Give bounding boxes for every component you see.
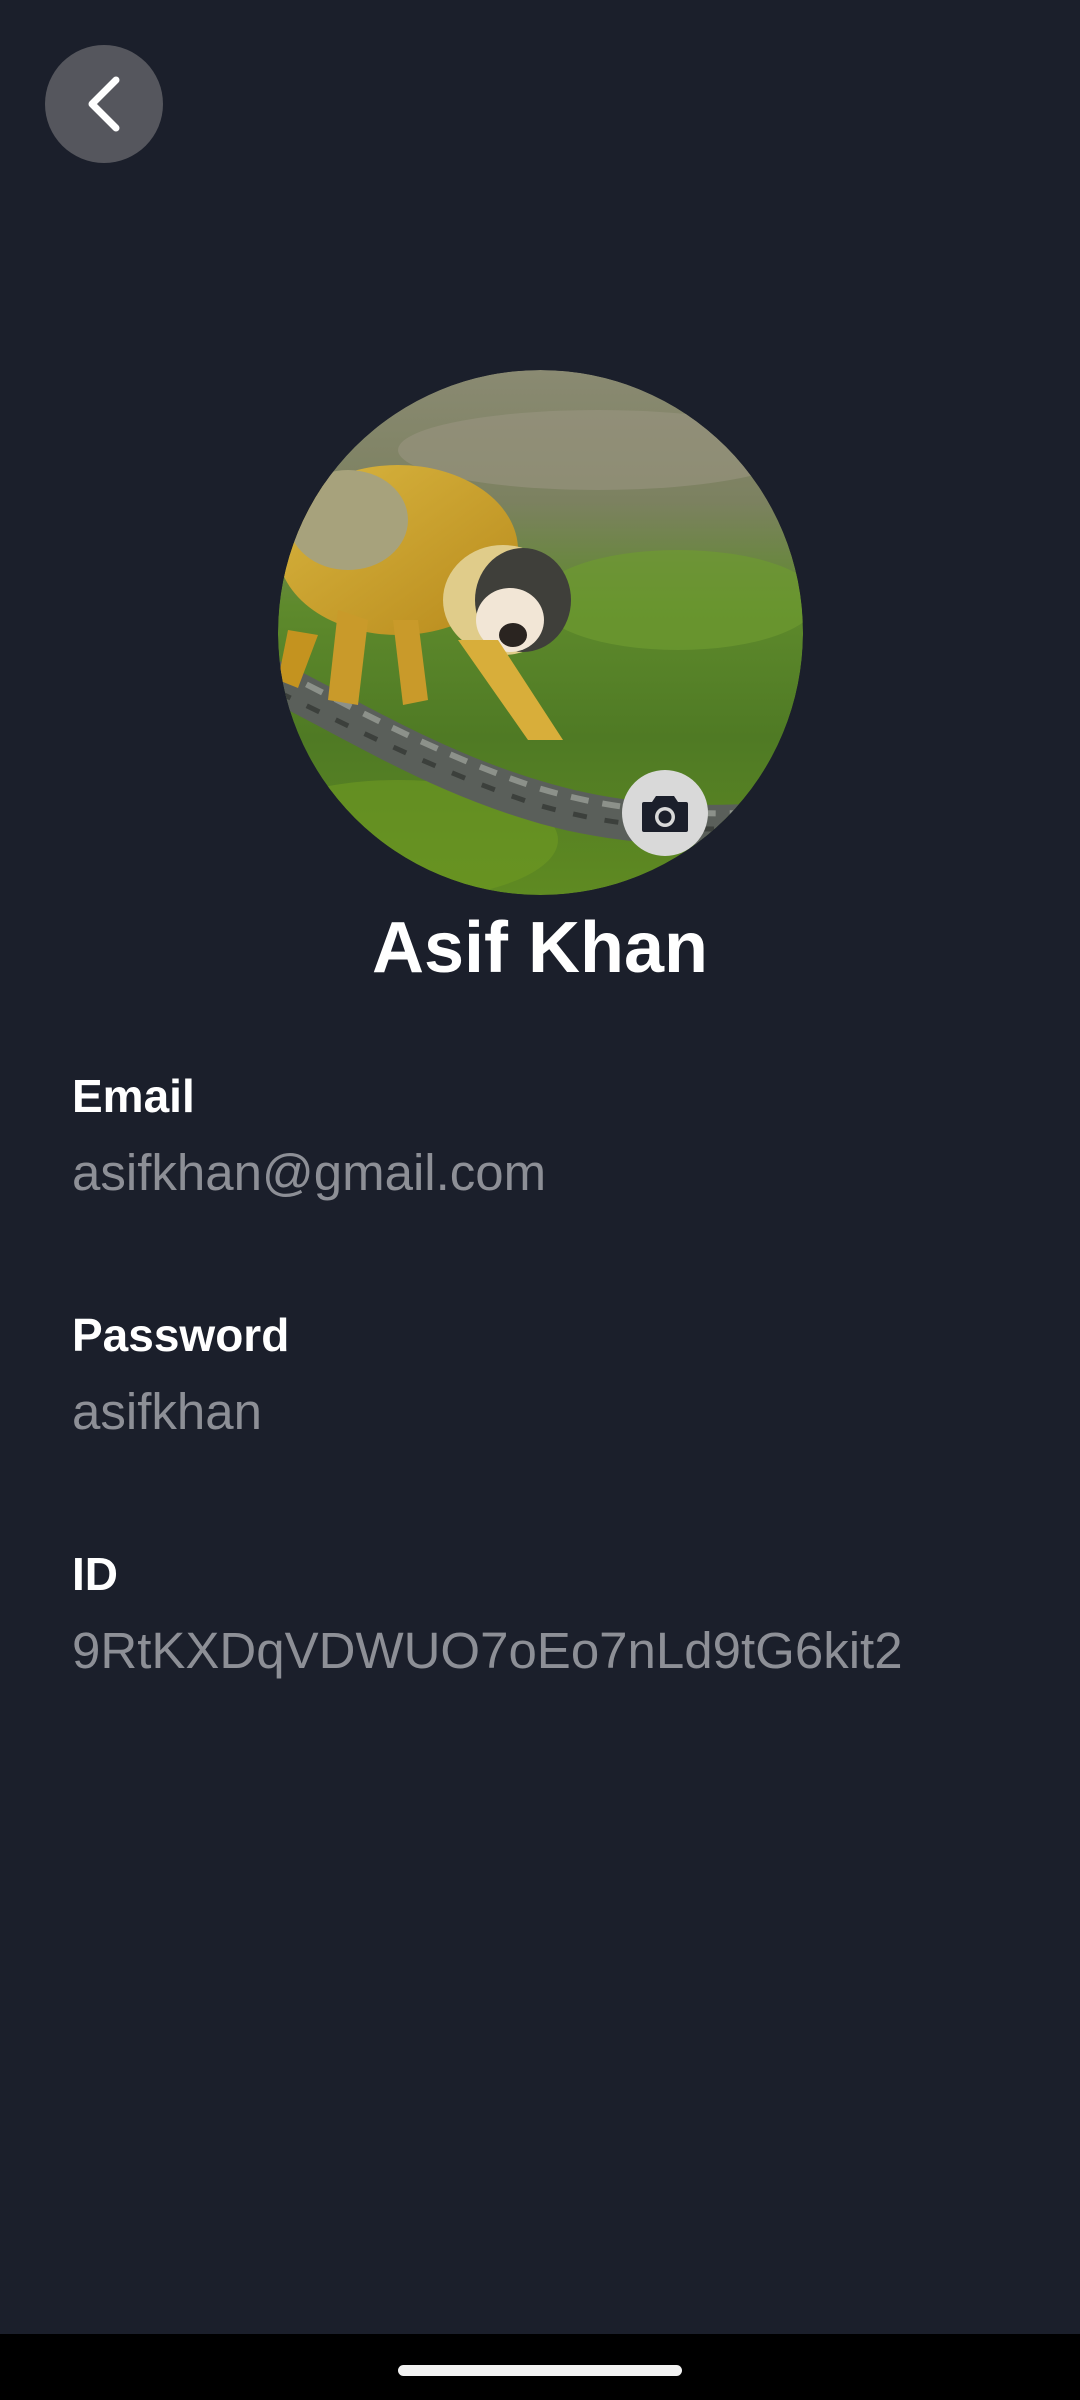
password-label: Password	[72, 1309, 290, 1361]
back-button[interactable]	[45, 45, 163, 163]
profile-name: Asif Khan	[371, 908, 709, 988]
password-value: asifkhan	[72, 1383, 262, 1440]
email-value: asifkhan@gmail.com	[72, 1144, 547, 1201]
change-photo-button[interactable]	[622, 770, 708, 856]
chevron-left-icon	[88, 76, 120, 132]
profile-screen: Asif Khan Email asifkhan@gmail.com Passw…	[0, 0, 1080, 2400]
password-field: Password asifkhan	[72, 1307, 1032, 1443]
camera-icon	[642, 796, 688, 832]
email-field: Email asifkhan@gmail.com	[72, 1068, 1032, 1204]
id-label: ID	[72, 1548, 118, 1600]
id-value: 9RtKXDqVDWUO7oEo7nLd9tG6kit2	[72, 1622, 903, 1679]
email-label: Email	[72, 1070, 195, 1122]
system-nav-bar	[0, 2334, 1080, 2400]
avatar[interactable]	[278, 370, 803, 895]
id-field: ID 9RtKXDqVDWUO7oEo7nLd9tG6kit2	[72, 1546, 1032, 1682]
avatar-container	[278, 370, 803, 895]
home-indicator[interactable]	[398, 2365, 682, 2376]
